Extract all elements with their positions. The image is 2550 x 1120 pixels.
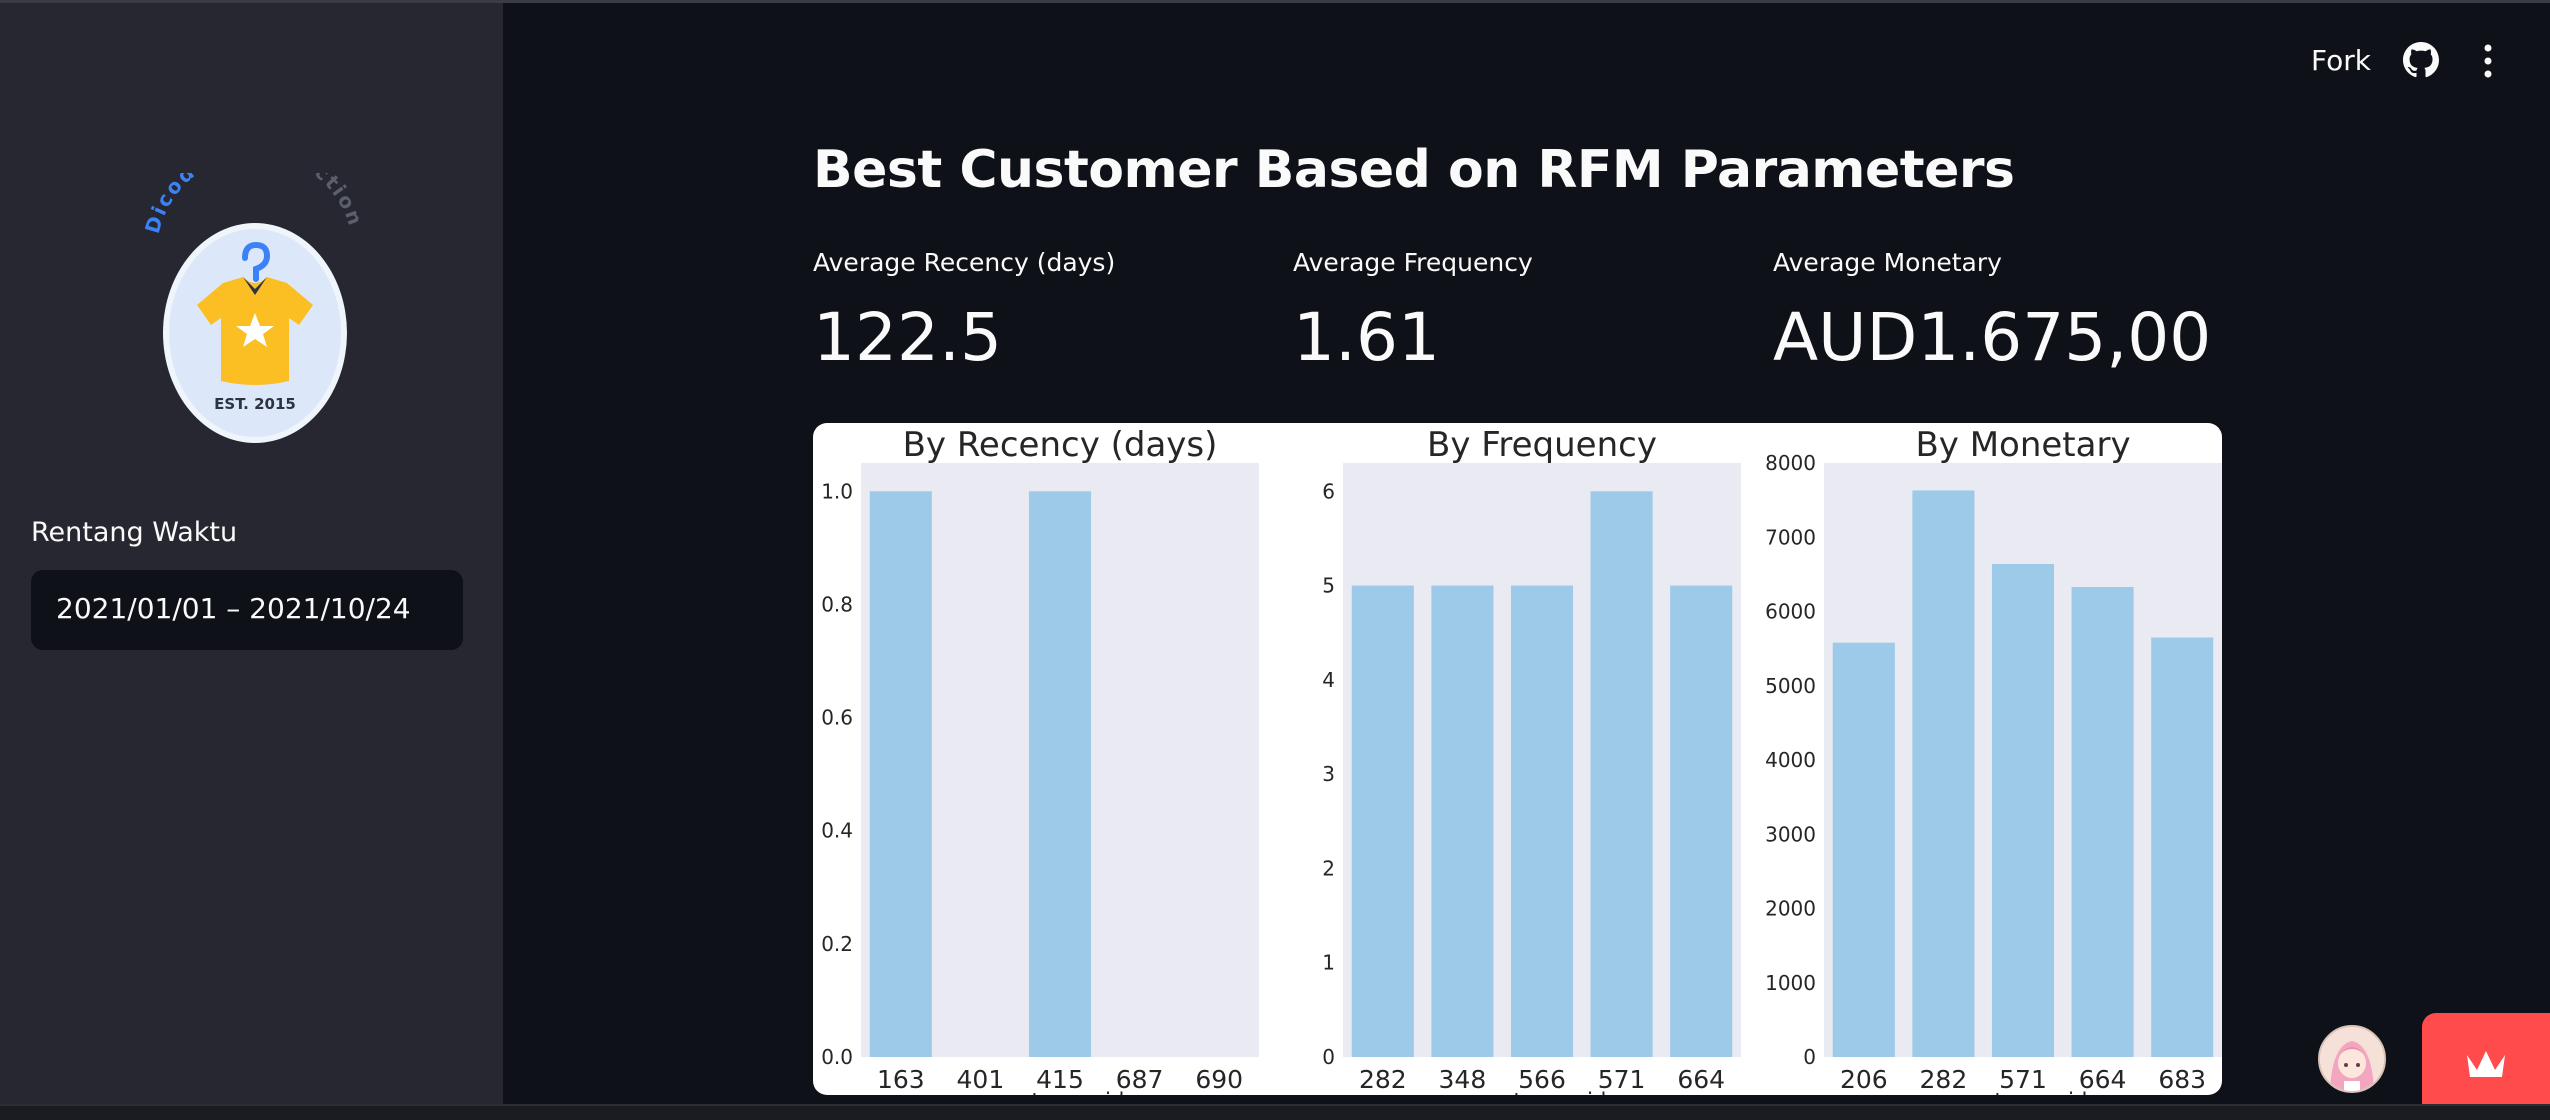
- y-tick-label: 0.8: [821, 592, 853, 616]
- bar: [1028, 491, 1092, 1057]
- bar: [1832, 642, 1895, 1057]
- crown-icon: [2467, 1051, 2505, 1077]
- bar: [1431, 585, 1494, 1057]
- y-tick-label: 0.6: [821, 706, 853, 730]
- logo-badge-text: EST. 2015: [214, 395, 296, 413]
- y-tick-label: 3000: [1765, 822, 1816, 846]
- y-tick-label: 6: [1322, 479, 1335, 503]
- y-tick-label: 0.0: [821, 1045, 853, 1069]
- x-tick-label: 163: [877, 1065, 925, 1094]
- bar: [1351, 585, 1414, 1057]
- metric-value: AUD1.675,00: [1773, 299, 2212, 376]
- bar: [869, 491, 932, 1057]
- y-tick-label: 0.4: [821, 819, 853, 843]
- bar: [1912, 490, 1975, 1057]
- y-tick-label: 1.0: [821, 479, 853, 503]
- page-title: Best Customer Based on RFM Parameters: [813, 140, 2015, 200]
- x-tick-label: 683: [2158, 1065, 2206, 1094]
- y-tick-label: 2000: [1765, 897, 1816, 921]
- y-tick-label: 7000: [1765, 525, 1816, 549]
- dicoding-collection-logo: Dicoding Collection EST. 2015: [140, 136, 366, 473]
- metric-label: Average Frequency: [1293, 248, 1533, 277]
- date-range-input[interactable]: 2021/01/01 – 2021/10/24: [31, 570, 463, 650]
- fork-button[interactable]: Fork: [2311, 44, 2371, 77]
- chart-title: By Recency (days): [903, 425, 1218, 465]
- y-tick-label: 4: [1322, 668, 1335, 692]
- y-tick-label: 1000: [1765, 971, 1816, 995]
- user-avatar[interactable]: [2318, 1025, 2386, 1093]
- deploy-button[interactable]: [2422, 1013, 2550, 1104]
- metric-label: Average Recency (days): [813, 248, 1116, 277]
- y-tick-label: 0: [1803, 1045, 1816, 1069]
- y-tick-label: 4000: [1765, 748, 1816, 772]
- y-tick-label: 5000: [1765, 674, 1816, 698]
- chart-title: By Monetary: [1915, 425, 2130, 465]
- bar: [2151, 637, 2214, 1057]
- metric-recency: Average Recency (days) 122.5: [813, 248, 1115, 376]
- kebab-menu-icon[interactable]: [2476, 42, 2500, 80]
- x-tick-label: 664: [1677, 1065, 1725, 1094]
- date-range-label: Rentang Waktu: [31, 517, 238, 548]
- bar: [1510, 585, 1574, 1057]
- y-tick-label: 0: [1322, 1045, 1335, 1069]
- y-tick-label: 6000: [1765, 600, 1816, 624]
- rfm-chart-figure: By Recency (days) 0.0 0.2 0.4 0.6 0.8 1.0 163 40…: [813, 423, 2222, 1095]
- metric-value: 1.61: [1293, 299, 1440, 376]
- logo-arc-text-2: Collection: [251, 173, 365, 230]
- y-tick-label: 2: [1322, 856, 1335, 880]
- y-tick-label: 3: [1322, 762, 1335, 786]
- bar: [1670, 585, 1733, 1057]
- y-tick-label: 8000: [1765, 451, 1816, 475]
- bar: [1590, 491, 1653, 1057]
- y-tick-label: 5: [1322, 574, 1335, 598]
- x-axis-label: customer_id: [1959, 1089, 2088, 1095]
- x-tick-label: 690: [1195, 1065, 1243, 1094]
- metric-monetary: Average Monetary AUD1.675,00: [1773, 248, 2211, 376]
- x-tick-label: 206: [1840, 1065, 1888, 1094]
- y-tick-label: 1: [1322, 951, 1335, 975]
- rfm-charts: By Recency (days)0.00.20.40.60.81.0163 40…: [821, 425, 2222, 1095]
- chart-title: By Frequency: [1427, 425, 1657, 465]
- x-axis-label: customer_id: [1478, 1089, 1607, 1095]
- sidebar: Dicoding Collection EST. 2015 Rentang Wa…: [0, 3, 503, 1104]
- github-icon[interactable]: [2403, 42, 2439, 78]
- logo-arc-text-1: Dicoding: [145, 173, 236, 236]
- x-axis-label: customer_id: [996, 1089, 1125, 1095]
- y-tick-label: 0.2: [821, 932, 853, 956]
- bar: [2071, 586, 2134, 1057]
- metric-value: 122.5: [813, 299, 1002, 376]
- x-tick-label: 282: [1359, 1065, 1407, 1094]
- metric-frequency: Average Frequency 1.61: [1293, 248, 1533, 376]
- bar: [1991, 563, 2055, 1057]
- metric-label: Average Monetary: [1773, 248, 2002, 277]
